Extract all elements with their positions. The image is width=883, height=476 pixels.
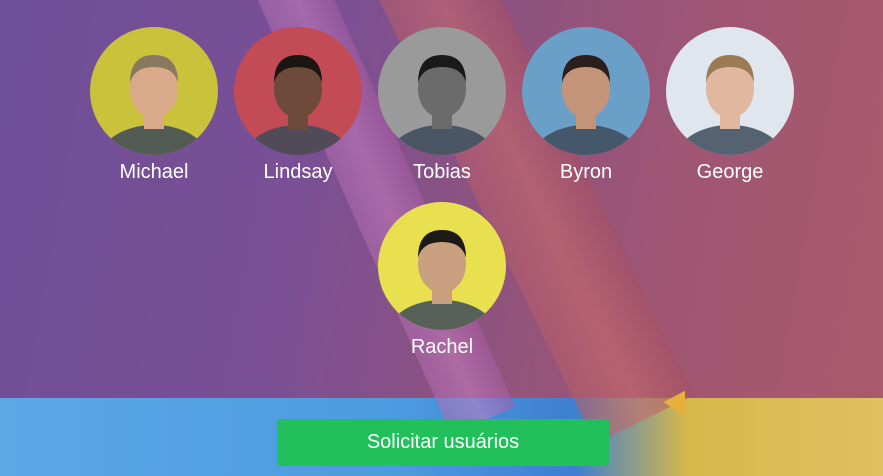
user-card[interactable]: Lindsay	[228, 27, 368, 184]
user-card[interactable]: Michael	[84, 27, 224, 184]
avatar	[522, 27, 650, 155]
avatar	[666, 27, 794, 155]
user-name: Rachel	[410, 336, 474, 358]
avatar-portrait-icon	[378, 27, 506, 155]
bottom-bar: Solicitar usuários	[0, 398, 883, 476]
avatar-portrait-icon	[90, 27, 218, 155]
avatar	[378, 27, 506, 155]
user-card[interactable]: Tobias	[372, 27, 512, 184]
user-card[interactable]: Byron	[516, 27, 656, 184]
user-card[interactable]: George	[660, 27, 800, 184]
app-stage: Michael Lindsay Tobias Byron George Rach…	[0, 0, 883, 476]
avatar	[378, 202, 506, 330]
user-card[interactable]: Rachel	[372, 202, 512, 359]
user-name: Michael	[119, 161, 189, 183]
user-name: Tobias	[413, 161, 471, 183]
avatar-portrait-icon	[666, 27, 794, 155]
avatar-portrait-icon	[378, 202, 506, 330]
avatar-portrait-icon	[234, 27, 362, 155]
avatar-portrait-icon	[522, 27, 650, 155]
user-name: George	[696, 161, 764, 183]
request-users-button[interactable]: Solicitar usuários	[277, 419, 609, 466]
user-name: Lindsay	[263, 161, 333, 183]
user-list: Michael Lindsay Tobias Byron George Rach…	[0, 0, 883, 398]
avatar	[90, 27, 218, 155]
user-name: Byron	[559, 161, 613, 183]
avatar	[234, 27, 362, 155]
